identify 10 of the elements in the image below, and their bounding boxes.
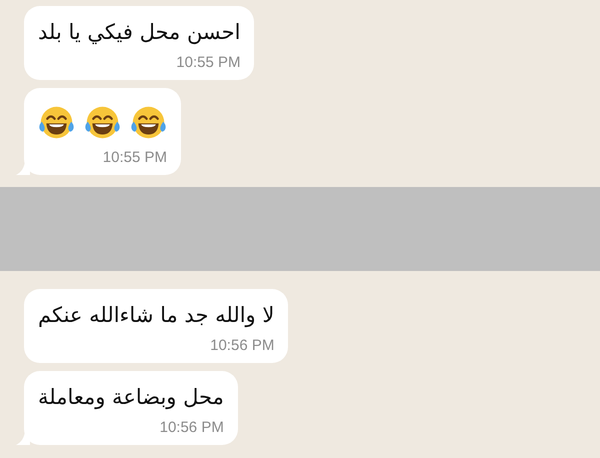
message-text: احسن محل فيكي يا بلد (38, 19, 240, 46)
laughing-tears-emoji-icon (84, 104, 121, 141)
message-time: 10:56 PM (210, 337, 274, 355)
message-text: لا والله جد ما شاءالله عنكم (38, 302, 274, 330)
laughing-tears-emoji-icon (130, 104, 167, 141)
message-time: 10:55 PM (176, 54, 240, 72)
laughing-tears-emoji-icon (38, 104, 75, 141)
message-text: محل وبضاعة ومعاملة (38, 384, 224, 412)
message-time: 10:55 PM (102, 149, 167, 167)
message-time: 10:56 PM (160, 419, 224, 437)
